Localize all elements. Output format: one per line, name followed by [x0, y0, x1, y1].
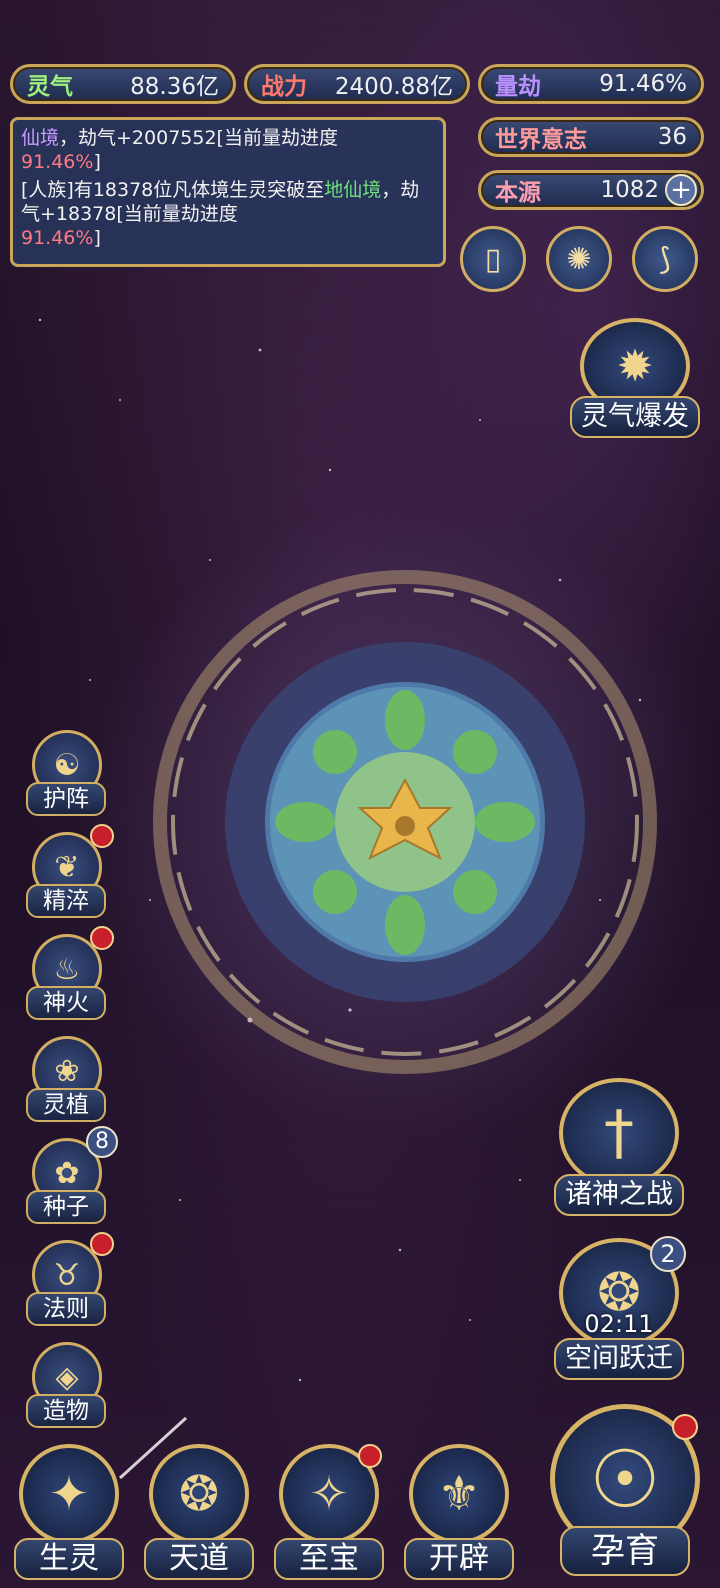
zhibao-button[interactable]: ✧ 至宝: [270, 1444, 388, 1580]
axe-icon: ⚜: [409, 1444, 509, 1544]
gods-war-button[interactable]: † 诸神之战: [554, 1078, 684, 1218]
liangjie-value: 91.46%: [599, 71, 687, 97]
liangjie-label: 量劫: [495, 74, 541, 100]
notification-dot: [90, 1232, 114, 1256]
scroll-button[interactable]: ⟆: [632, 226, 698, 292]
cards-icon: ▯: [484, 241, 502, 277]
zaowu-button[interactable]: ◈ 造物: [22, 1342, 114, 1434]
shijieyizhi-stat[interactable]: 世界意志 36: [478, 117, 704, 157]
seed-count-badge: 8: [86, 1126, 118, 1158]
tiandao-button[interactable]: ❂ 天道: [140, 1444, 258, 1580]
swirl-icon: ❂: [149, 1444, 249, 1544]
notification-dot: [672, 1414, 698, 1440]
liangjie-stat[interactable]: 量劫 91.46%: [478, 64, 704, 104]
shijieyizhi-label: 世界意志: [495, 127, 587, 153]
lingzhi-button[interactable]: ❀ 灵植: [22, 1036, 114, 1128]
notification-dot: [90, 824, 114, 848]
shenhuo-button[interactable]: ♨ 神火: [22, 926, 114, 1026]
vortex-icon: ✺: [566, 241, 592, 277]
phoenix-icon: ✦: [19, 1444, 119, 1544]
jump-timer: 02:11: [584, 1310, 654, 1338]
zhanli-value: 2400.88亿: [334, 74, 453, 100]
space-jump-label: 空间跃迁: [554, 1338, 684, 1380]
lingqi-burst-button[interactable]: ✹ 灵气爆发: [570, 318, 700, 444]
vortex-button[interactable]: ✺: [546, 226, 612, 292]
faze-label: 法则: [26, 1292, 106, 1326]
scroll-icon: ⟆: [659, 241, 671, 277]
gods-war-label: 诸神之战: [554, 1174, 684, 1216]
shenhuo-label: 神火: [26, 986, 106, 1020]
zhibao-label: 至宝: [274, 1538, 384, 1580]
log-line-1: 仙境，劫气+2007552[当前量劫进度 91.46%]: [21, 127, 338, 173]
add-benyuan-button[interactable]: +: [665, 174, 697, 206]
lingqi-label: 灵气: [27, 74, 73, 100]
sword-icon: †: [559, 1078, 679, 1188]
cards-button[interactable]: ▯: [460, 226, 526, 292]
jingcui-label: 精淬: [26, 884, 106, 918]
zhanli-label: 战力: [261, 74, 307, 100]
space-jump-button[interactable]: ❂ 02:11 空间跃迁 2: [554, 1236, 686, 1380]
shengling-label: 生灵: [14, 1538, 124, 1580]
tiandao-label: 天道: [144, 1538, 254, 1580]
lingzhi-label: 灵植: [26, 1088, 106, 1122]
zaowu-label: 造物: [26, 1394, 106, 1428]
lingqi-stat: 灵气 88.36亿: [10, 64, 236, 104]
nurture-label: 孕育: [560, 1526, 690, 1576]
shijieyizhi-value: 36: [657, 124, 687, 150]
zhanli-stat: 战力 2400.88亿: [244, 64, 470, 104]
shengling-button[interactable]: ✦ 生灵: [10, 1444, 128, 1580]
lingqi-value: 88.36亿: [130, 74, 219, 100]
nurture-button[interactable]: ☉ 孕育: [540, 1404, 710, 1580]
jump-count-badge: 2: [650, 1236, 686, 1272]
zhongzi-label: 种子: [26, 1190, 106, 1224]
benyuan-stat: 本源 1082 +: [478, 170, 704, 210]
huzhen-label: 护阵: [26, 782, 106, 816]
log-line-2: [人族]有18378位凡体境生灵突破至地仙境，劫气+18378[当前量劫进度 9…: [21, 179, 420, 249]
huzhen-button[interactable]: ☯ 护阵: [22, 730, 114, 822]
burst-label: 灵气爆发: [570, 396, 700, 438]
notification-dot: [358, 1444, 382, 1468]
event-log: 仙境，劫气+2007552[当前量劫进度 91.46%] [人族]有18378位…: [10, 117, 446, 267]
kaipi-button[interactable]: ⚜ 开辟: [400, 1444, 518, 1580]
notification-dot: [90, 926, 114, 950]
benyuan-value: 1082: [600, 177, 659, 203]
zhongzi-button[interactable]: ✿ 种子 8: [22, 1126, 118, 1230]
faze-button[interactable]: ♉ 法则: [22, 1232, 114, 1332]
jingcui-button[interactable]: ❦ 精淬: [22, 824, 114, 924]
benyuan-label: 本源: [495, 180, 541, 206]
kaipi-label: 开辟: [404, 1538, 514, 1580]
